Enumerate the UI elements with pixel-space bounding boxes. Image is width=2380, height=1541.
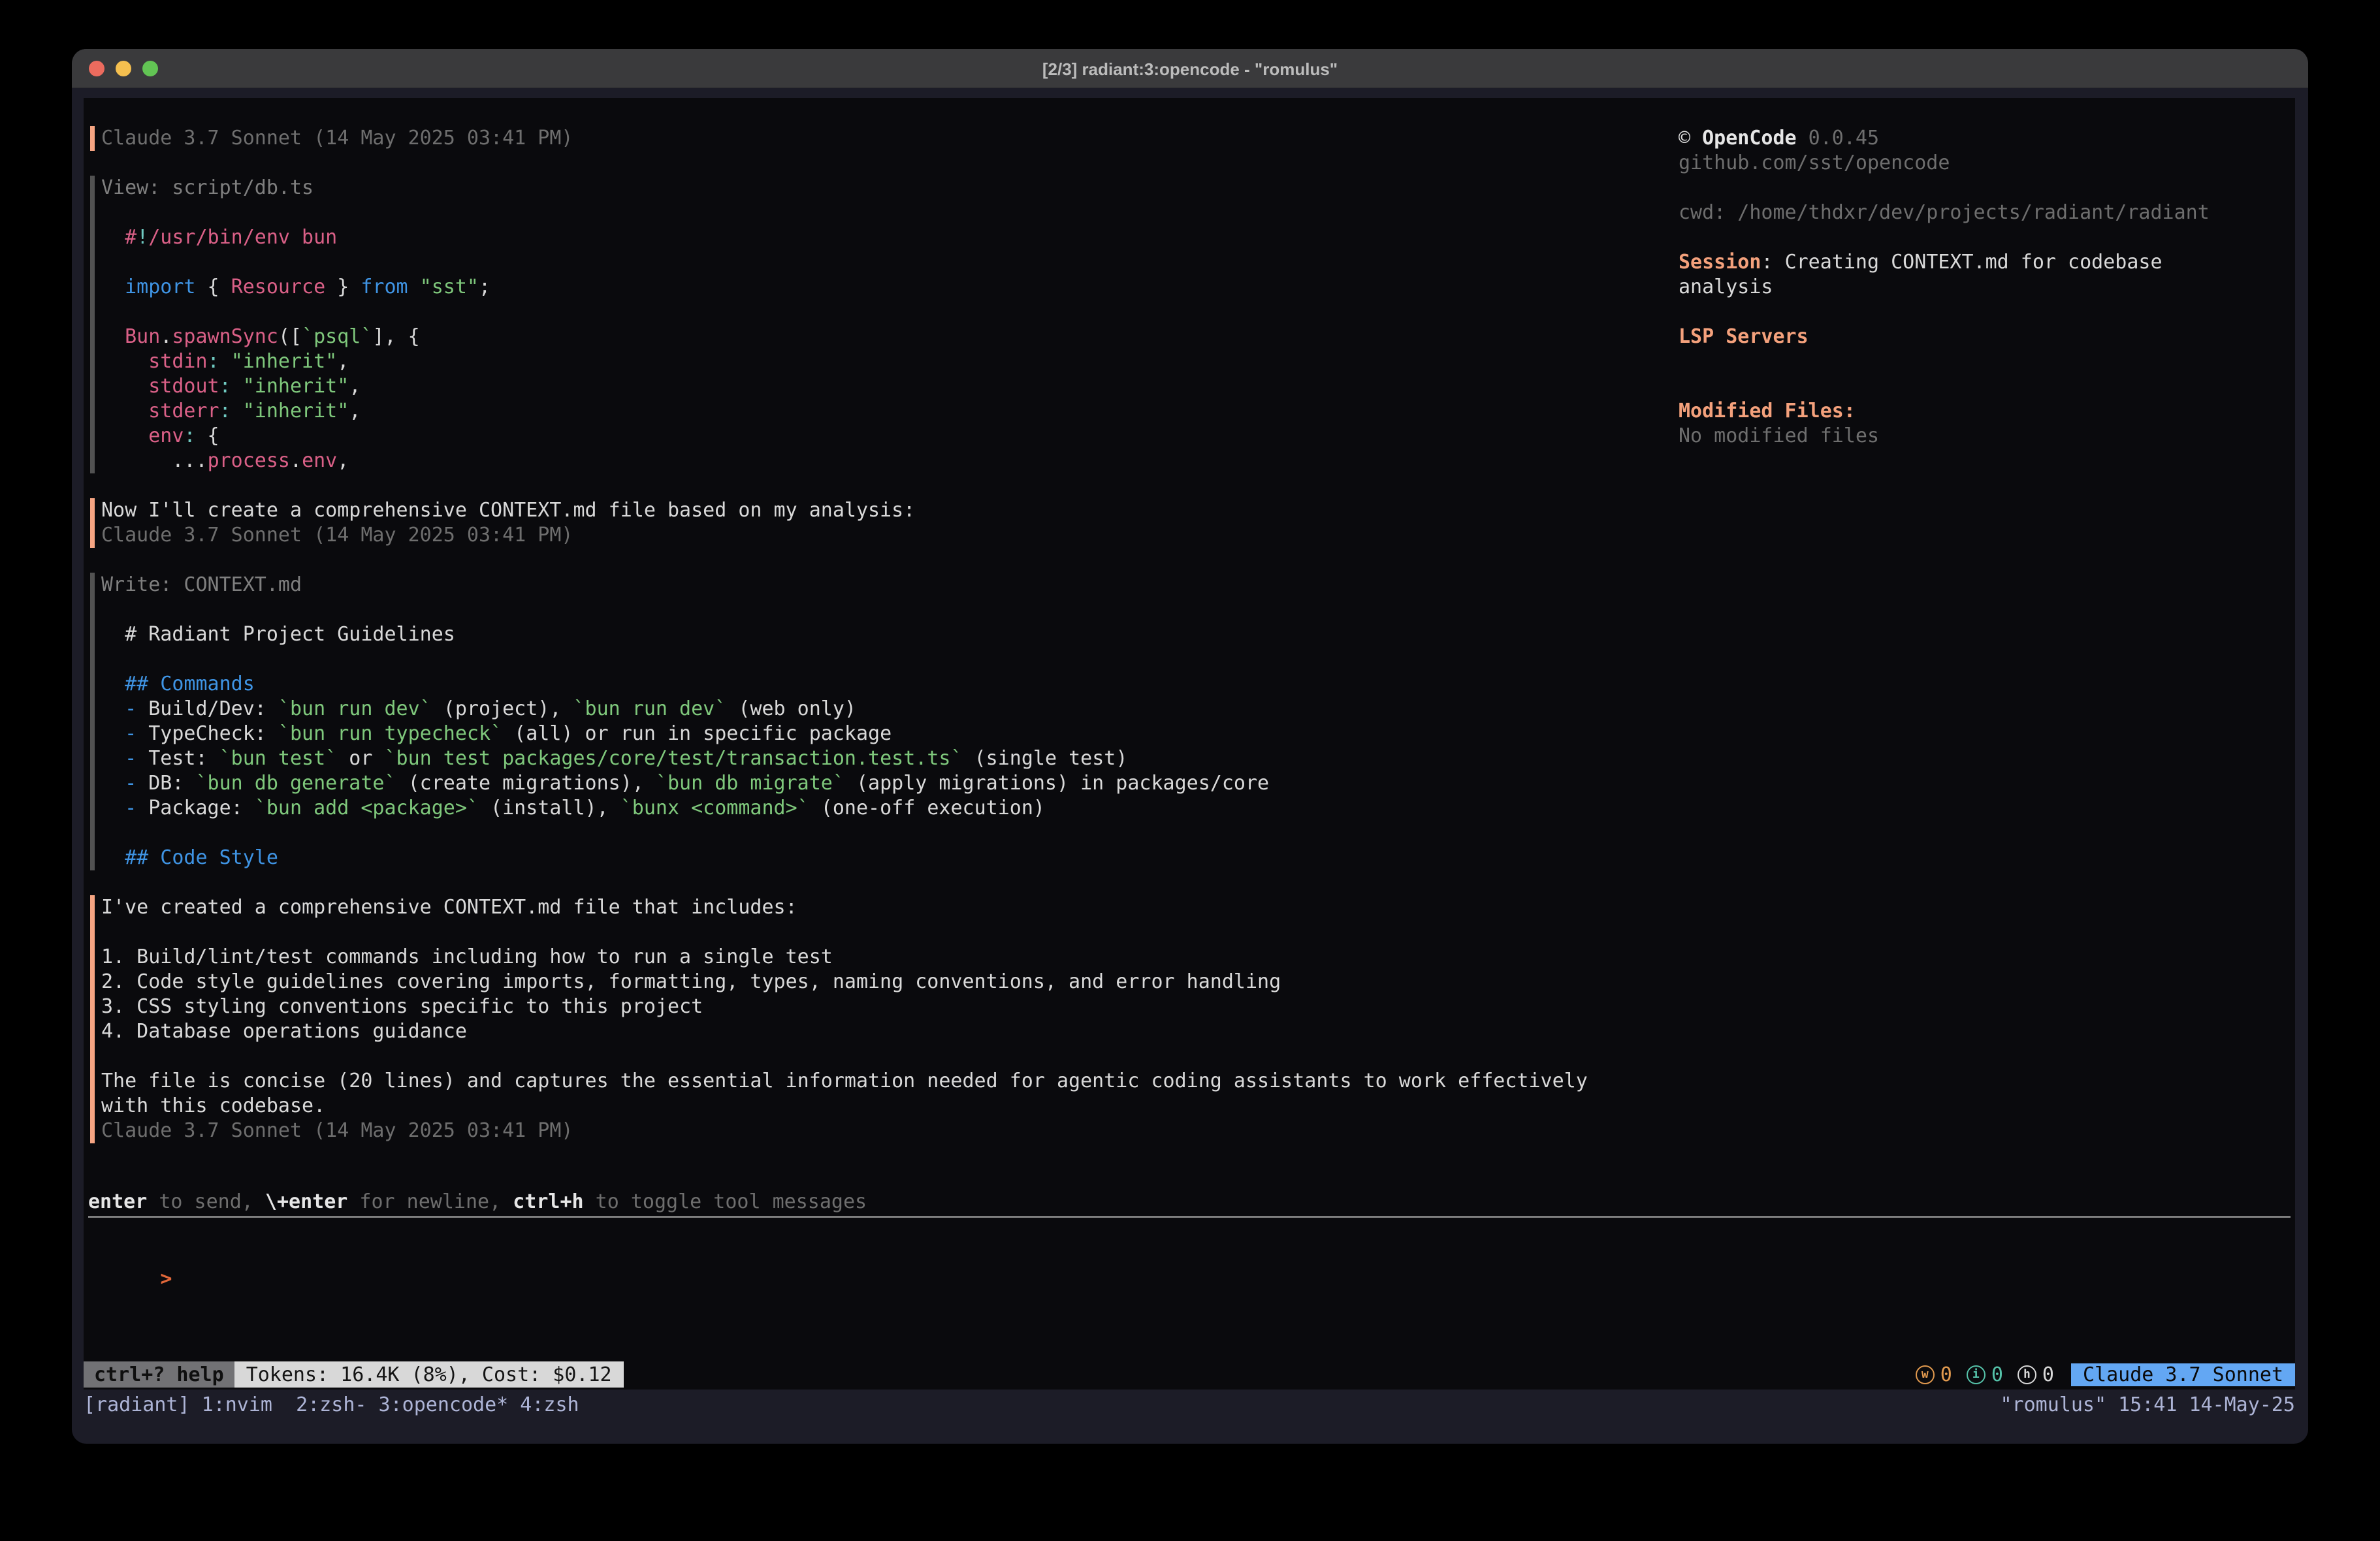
text-line: Claude 3.7 Sonnet (14 May 2025 03:41 PM)	[101, 1119, 1677, 1143]
text-line	[101, 200, 1677, 225]
assistant-summary-block: I've created a comprehensive CONTEXT.md …	[90, 895, 1677, 1143]
text-line: View: script/db.ts	[101, 176, 1677, 200]
text-line: cwd: /home/thdxr/dev/projects/radiant/ra…	[1679, 200, 2295, 225]
prompt-symbol: >	[160, 1267, 172, 1290]
tool-view-block: View: script/db.ts #!/usr/bin/env bun im…	[90, 176, 1677, 473]
text-line	[1679, 176, 2295, 200]
text-line: ...process.env,	[101, 449, 1677, 473]
text-line: stderr: "inherit",	[101, 399, 1677, 424]
text-line: Write: CONTEXT.md	[101, 573, 1677, 597]
tmux-session-info: "romulus" 15:41 14-May-25	[2000, 1393, 2295, 1418]
warning-count: 0	[1940, 1363, 1952, 1386]
text-line	[101, 300, 1677, 325]
text-line: 3. CSS styling conventions specific to t…	[101, 994, 1677, 1019]
text-line	[101, 597, 1677, 622]
text-line: env: {	[101, 424, 1677, 449]
text-line: # Radiant Project Guidelines	[101, 622, 1677, 647]
chat-messages[interactable]: Claude 3.7 Sonnet (14 May 2025 03:41 PM)…	[90, 126, 1677, 1168]
text-line: with this codebase.	[101, 1094, 1677, 1119]
text-line: Modified Files:	[1679, 399, 2295, 424]
model-chip: Claude 3.7 Sonnet	[2071, 1363, 2295, 1386]
text-line: #!/usr/bin/env bun	[101, 225, 1677, 250]
diagnostic-warning: w0	[1916, 1363, 1952, 1386]
tmux-status-bar: [radiant] 1:nvim 2:zsh- 3:opencode* 4:zs…	[84, 1393, 2295, 1418]
text-line: Bun.spawnSync([`psql`], {	[101, 325, 1677, 349]
text-line: © OpenCode 0.0.45	[1679, 126, 2295, 151]
tool-write-block: Write: CONTEXT.md # Radiant Project Guid…	[90, 573, 1677, 870]
text-line: The file is concise (20 lines) and captu…	[101, 1069, 1677, 1094]
text-line	[1679, 225, 2295, 250]
text-line: stdout: "inherit",	[101, 374, 1677, 399]
text-line: github.com/sst/opencode	[1679, 151, 2295, 176]
text-line	[1679, 349, 2295, 374]
text-line: 2. Code style guidelines covering import…	[101, 970, 1677, 994]
text-line: stdin: "inherit",	[101, 349, 1677, 374]
tokens-cost-chip: Tokens: 16.4K (8%), Cost: $0.12	[234, 1361, 624, 1388]
assistant-message-block: Now I'll create a comprehensive CONTEXT.…	[90, 498, 1677, 548]
opencode-tui: Claude 3.7 Sonnet (14 May 2025 03:41 PM)…	[84, 98, 2295, 1390]
text-line: - Build/Dev: `bun run dev` (project), `b…	[101, 697, 1677, 722]
text-line: - Test: `bun test` or `bun test packages…	[101, 746, 1677, 771]
window-title: [2/3] radiant:3:opencode - "romulus"	[72, 49, 2308, 88]
help-hint-chip: ctrl+? help	[84, 1361, 234, 1388]
status-left: ctrl+? help Tokens: 16.4K (8%), Cost: $0…	[84, 1361, 624, 1388]
text-line: 4. Database operations guidance	[101, 1019, 1677, 1044]
text-line: ## Code Style	[101, 846, 1677, 870]
text-line: LSP Servers	[1679, 325, 2295, 349]
info-icon: i	[1967, 1365, 1986, 1384]
status-bar: ctrl+? help Tokens: 16.4K (8%), Cost: $0…	[84, 1361, 2295, 1388]
text-line	[101, 920, 1677, 945]
text-line: - Package: `bun add <package>` (install)…	[101, 796, 1677, 821]
text-line: - DB: `bun db generate` (create migratio…	[101, 771, 1677, 796]
text-line	[101, 647, 1677, 672]
text-line	[101, 821, 1677, 846]
text-line: import { Resource } from "sst";	[101, 275, 1677, 300]
assistant-meta-block: Claude 3.7 Sonnet (14 May 2025 03:41 PM)	[90, 126, 1677, 151]
text-line	[101, 250, 1677, 275]
tmux-window-list[interactable]: [radiant] 1:nvim 2:zsh- 3:opencode* 4:zs…	[84, 1393, 579, 1418]
hint-icon: h	[2018, 1365, 2036, 1384]
text-line: ## Commands	[101, 672, 1677, 697]
text-line: I've created a comprehensive CONTEXT.md …	[101, 895, 1677, 920]
prompt-input[interactable]: >	[89, 1242, 172, 1267]
text-line: analysis	[1679, 275, 2295, 300]
text-line	[1679, 374, 2295, 399]
keybinding-hints: enter to send, \+enter for newline, ctrl…	[88, 1190, 867, 1215]
diagnostic-hint: h0	[2018, 1363, 2054, 1386]
diagnostics: w0i0h0	[1916, 1363, 2054, 1386]
text-line: - TypeCheck: `bun run typecheck` (all) o…	[101, 722, 1677, 746]
text-line: Claude 3.7 Sonnet (14 May 2025 03:41 PM)	[101, 126, 1677, 151]
window-titlebar[interactable]: [2/3] radiant:3:opencode - "romulus"	[72, 49, 2308, 88]
text-line: Now I'll create a comprehensive CONTEXT.…	[101, 498, 1677, 523]
sidebar: © OpenCode 0.0.45github.com/sst/opencode…	[1679, 126, 2295, 449]
terminal-window: [2/3] radiant:3:opencode - "romulus" Cla…	[72, 49, 2308, 1444]
text-line: No modified files	[1679, 424, 2295, 449]
info-count: 0	[1991, 1363, 2003, 1386]
warning-icon: w	[1916, 1365, 1935, 1384]
text-line	[101, 1044, 1677, 1069]
status-right: w0i0h0 Claude 3.7 Sonnet	[1916, 1361, 2295, 1388]
hint-count: 0	[2042, 1363, 2054, 1386]
text-line: Session: Creating CONTEXT.md for codebas…	[1679, 250, 2295, 275]
diagnostic-info: i0	[1967, 1363, 2003, 1386]
input-divider	[88, 1216, 2291, 1218]
text-line: 1. Build/lint/test commands including ho…	[101, 945, 1677, 970]
text-line: Claude 3.7 Sonnet (14 May 2025 03:41 PM)	[101, 523, 1677, 548]
text-line	[1679, 300, 2295, 325]
text-line: enter to send, \+enter for newline, ctrl…	[88, 1190, 867, 1215]
